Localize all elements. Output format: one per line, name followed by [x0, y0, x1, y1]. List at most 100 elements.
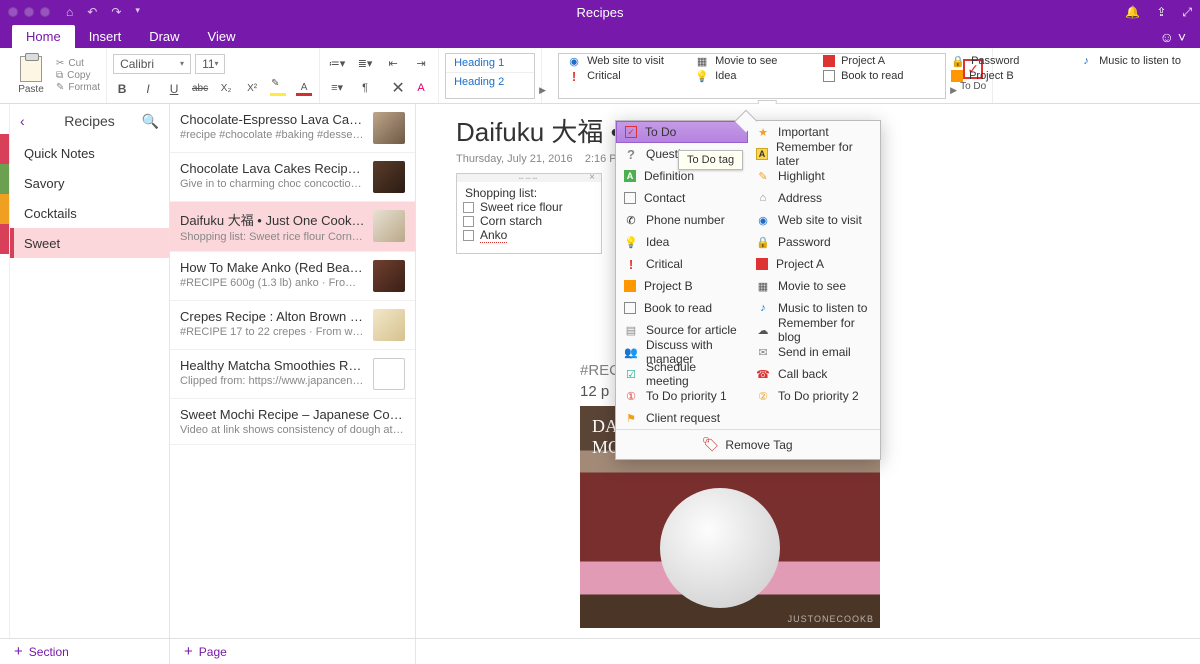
tag-option-todo[interactable]: ✓To Do	[616, 121, 748, 143]
tag-option-priority2[interactable]: ②To Do priority 2	[748, 385, 880, 407]
indent-button[interactable]: ⇥	[410, 53, 432, 75]
superscript-button[interactable]: X²	[243, 80, 261, 98]
subscript-button[interactable]: X₂	[217, 80, 235, 98]
section-item[interactable]: Cocktails	[10, 198, 169, 228]
tag-option-website[interactable]: ◉Web site to visit	[748, 209, 880, 231]
question-icon: ?	[624, 147, 638, 161]
page-item[interactable]: Crepes Recipe : Alton Brown : F…#RECIPE …	[170, 301, 415, 350]
tag-option-book[interactable]: Book to read	[616, 297, 748, 319]
definition-icon: A	[624, 170, 636, 182]
strikethrough-button[interactable]: abc	[191, 80, 209, 98]
notifications-icon[interactable]: 🔔	[1125, 5, 1140, 19]
cut-button[interactable]: ✂Cut	[56, 58, 100, 69]
tag-option-idea[interactable]: 💡Idea	[616, 231, 748, 253]
style-heading1[interactable]: Heading 1	[446, 54, 534, 72]
todo-item[interactable]: Corn starch	[463, 214, 595, 228]
page-item[interactable]: Chocolate-Espresso Lava Cakes…#recipe #c…	[170, 104, 415, 153]
tag-option-project-b[interactable]: Project B	[616, 275, 748, 297]
tag-option-meeting[interactable]: ☑Schedule meeting	[616, 363, 748, 385]
highlight-button[interactable]	[269, 80, 287, 98]
bullets-button[interactable]: ≔▾	[326, 53, 348, 75]
note-container[interactable]: ┄┄┄ Shopping list: Sweet rice flour Corn…	[456, 173, 602, 254]
tab-draw[interactable]: Draw	[135, 25, 193, 48]
tag-option-address[interactable]: ⌂Address	[748, 187, 880, 209]
save-icon[interactable]: ⌂	[66, 5, 73, 19]
outdent-button[interactable]: ⇤	[382, 53, 404, 75]
tab-insert[interactable]: Insert	[75, 25, 136, 48]
add-page-button[interactable]: +Page	[170, 639, 416, 664]
font-family-select[interactable]: Calibri▾	[113, 54, 191, 74]
page-item[interactable]: Chocolate Lava Cakes Recipe -…Give in to…	[170, 153, 415, 202]
tag-option-contact[interactable]: Contact	[616, 187, 748, 209]
page-item[interactable]: Healthy Matcha Smoothies Reci…Clipped fr…	[170, 350, 415, 399]
style-heading2[interactable]: Heading 2	[446, 72, 534, 91]
tags-expand-icon[interactable]: ▶	[950, 85, 957, 96]
tag-option-client[interactable]: ⚑Client request	[616, 407, 880, 429]
search-icon[interactable]: 🔍	[142, 113, 159, 130]
undo-icon[interactable]: ↶	[87, 5, 97, 19]
main-area: ‹ Recipes 🔍 Quick Notes Savory Cocktails…	[0, 104, 1200, 664]
copy-button[interactable]: ⧉Copy	[56, 70, 100, 81]
todo-item[interactable]: Anko	[463, 228, 595, 243]
remove-tag-button[interactable]: 🏷 Remove Tag	[616, 429, 880, 459]
page-item[interactable]: How To Make Anko (Red Bean P…#RECIPE 600…	[170, 252, 415, 301]
quick-access-toolbar[interactable]: ⌂ ↶ ↷ ▾	[66, 5, 140, 19]
checkbox-icon[interactable]	[463, 230, 474, 241]
checkbox-icon[interactable]	[463, 202, 474, 213]
tag-option-priority1[interactable]: ①To Do priority 1	[616, 385, 748, 407]
square-icon	[624, 280, 636, 292]
tag-option-remember[interactable]: ARemember for later	[748, 143, 880, 165]
tag-option-callback[interactable]: ☎Call back	[748, 363, 880, 385]
section-item[interactable]: Sweet	[10, 228, 169, 258]
tags-popup: ✓To Do ★Important ?Question ARemember fo…	[615, 120, 881, 460]
tag-option-password[interactable]: 🔒Password	[748, 231, 880, 253]
ribbon: Paste ✂Cut ⧉Copy ✎Format Calibri▾ 11▾ B …	[0, 48, 1200, 104]
tag-option-movie[interactable]: ▦Movie to see	[748, 275, 880, 297]
exclamation-icon: !	[624, 257, 638, 271]
italic-button[interactable]: I	[139, 80, 157, 98]
tag-option-project-a[interactable]: Project A	[748, 253, 880, 275]
qat-more-icon[interactable]: ▾	[135, 5, 140, 19]
numbering-button[interactable]: ≣▾	[354, 53, 376, 75]
font-size-select[interactable]: 11▾	[195, 54, 225, 74]
window-title: Recipes	[0, 5, 1200, 20]
delete-button[interactable]: ✕	[392, 77, 404, 99]
tag-option-highlight[interactable]: ✎Highlight	[748, 165, 880, 187]
tab-view[interactable]: View	[194, 25, 250, 48]
tags-gallery[interactable]: ◉Web site to visit !Critical ▦Movie to s…	[558, 53, 946, 99]
window-controls[interactable]	[0, 7, 50, 17]
fullscreen-icon[interactable]: ⤢	[1182, 5, 1192, 20]
checkbox-icon[interactable]	[463, 216, 474, 227]
section-color-gutter	[0, 104, 10, 664]
tag-option-email[interactable]: ✉Send in email	[748, 341, 880, 363]
feedback-icon[interactable]: ☺ ˅	[1160, 29, 1186, 45]
share-icon[interactable]: ⇪	[1156, 5, 1166, 19]
font-color-button[interactable]: A	[295, 80, 313, 98]
tag-option-blog[interactable]: ☁Remember for blog	[748, 319, 880, 341]
clear-formatting-button[interactable]: A	[410, 77, 432, 99]
back-icon[interactable]: ‹	[20, 113, 25, 129]
format-painter-button[interactable]: ✎Format	[56, 82, 100, 93]
styles-gallery[interactable]: Heading 1 Heading 2 ▶	[445, 53, 535, 99]
underline-button[interactable]: U	[165, 80, 183, 98]
section-item[interactable]: Savory	[10, 168, 169, 198]
music-note-icon: ♪	[756, 301, 770, 315]
title-bar: ⌂ ↶ ↷ ▾ Recipes 🔔 ⇪ ⤢	[0, 0, 1200, 24]
tag-option-phone[interactable]: ✆Phone number	[616, 209, 748, 231]
align-button[interactable]: ≡▾	[326, 77, 348, 99]
todo-item[interactable]: Sweet rice flour	[463, 200, 595, 214]
page-item[interactable]: Sweet Mochi Recipe – Japanese Cooki…Vide…	[170, 399, 415, 445]
paste-button[interactable]: Paste	[10, 56, 52, 95]
redo-icon[interactable]: ↷	[111, 5, 121, 19]
paragraph-spacing-button[interactable]: ¶	[354, 77, 376, 99]
container-drag-handle[interactable]: ┄┄┄	[457, 174, 601, 182]
remember-icon: A	[756, 148, 768, 160]
page-item[interactable]: Daifuku 大福 • Just One Cookbo…Shopping li…	[170, 202, 415, 252]
tag-option-critical[interactable]: !Critical	[616, 253, 748, 275]
tab-home[interactable]: Home	[12, 25, 75, 48]
section-item[interactable]: Quick Notes	[10, 138, 169, 168]
add-section-button[interactable]: +Section	[0, 639, 170, 664]
bold-button[interactable]: B	[113, 80, 131, 98]
page-thumbnail	[373, 112, 405, 144]
book-icon	[624, 302, 636, 314]
